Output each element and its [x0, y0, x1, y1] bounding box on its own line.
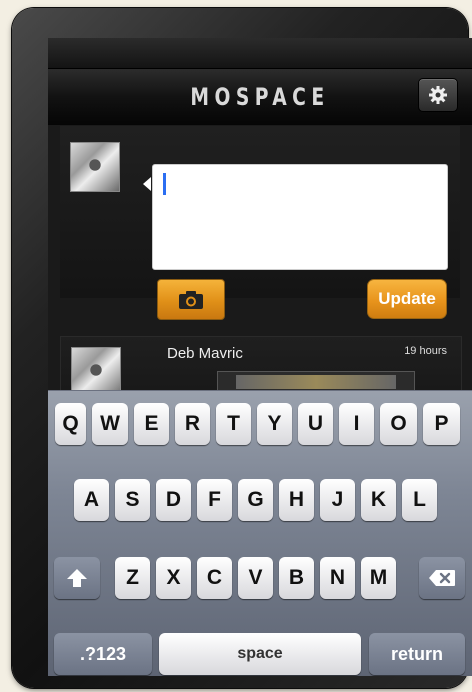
key-j[interactable]: J [320, 479, 355, 521]
key-w[interactable]: W [92, 403, 128, 445]
key-q[interactable]: Q [55, 403, 86, 445]
key-e[interactable]: E [134, 403, 169, 445]
return-key[interactable]: return [369, 633, 465, 675]
key-l[interactable]: L [402, 479, 437, 521]
screen: MOSPACE Update Deb Mavric 19 hours Q W E… [48, 38, 472, 676]
shift-key[interactable] [54, 557, 100, 599]
key-s[interactable]: S [115, 479, 150, 521]
key-h[interactable]: H [279, 479, 314, 521]
key-y[interactable]: Y [257, 403, 292, 445]
key-g[interactable]: G [238, 479, 273, 521]
settings-button[interactable] [418, 78, 458, 112]
key-a[interactable]: A [74, 479, 109, 521]
key-r[interactable]: R [175, 403, 210, 445]
app-title: MOSPACE [190, 83, 330, 111]
text-cursor [163, 173, 166, 195]
key-o[interactable]: O [380, 403, 417, 445]
key-b[interactable]: B [279, 557, 314, 599]
delete-key[interactable] [419, 557, 465, 599]
status-input[interactable] [152, 164, 448, 270]
gear-icon [429, 86, 447, 104]
key-m[interactable]: M [361, 557, 396, 599]
compose-panel: Update [60, 126, 460, 320]
camera-button[interactable] [157, 279, 225, 320]
key-n[interactable]: N [320, 557, 355, 599]
key-d[interactable]: D [156, 479, 191, 521]
keyboard: Q W E R T Y U I O P A S D F G H J K L Z [48, 390, 472, 676]
key-c[interactable]: C [197, 557, 232, 599]
backspace-icon [429, 570, 455, 586]
shift-arrow-icon [67, 569, 87, 587]
input-pointer [143, 177, 151, 191]
update-button[interactable]: Update [367, 279, 447, 319]
space-key[interactable]: space [159, 633, 361, 675]
key-u[interactable]: U [298, 403, 333, 445]
key-v[interactable]: V [238, 557, 273, 599]
status-bar [48, 38, 472, 69]
device-frame: MOSPACE Update Deb Mavric 19 hours Q W E… [12, 8, 472, 688]
key-z[interactable]: Z [115, 557, 150, 599]
key-p[interactable]: P [423, 403, 460, 445]
key-k[interactable]: K [361, 479, 396, 521]
numbers-key[interactable]: .?123 [54, 633, 152, 675]
key-x[interactable]: X [156, 557, 191, 599]
nav-bar: MOSPACE [48, 69, 472, 125]
key-i[interactable]: I [339, 403, 374, 445]
avatar [70, 142, 120, 192]
feed-author-name[interactable]: Deb Mavric [167, 345, 243, 362]
camera-icon [179, 290, 203, 309]
key-f[interactable]: F [197, 479, 232, 521]
key-t[interactable]: T [216, 403, 251, 445]
feed-timestamp: 19 hours [404, 345, 447, 357]
